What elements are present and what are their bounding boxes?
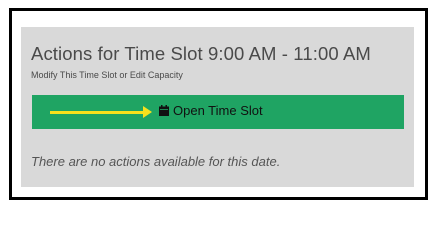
- calendar-icon: [159, 105, 169, 116]
- no-actions-message: There are no actions available for this …: [31, 154, 281, 169]
- panel-subtitle: Modify This Time Slot or Edit Capacity: [31, 70, 183, 80]
- time-slot-actions-panel: Actions for Time Slot 9:00 AM - 11:00 AM…: [21, 27, 414, 187]
- open-time-slot-label: Open Time Slot: [173, 103, 263, 118]
- open-time-slot-button[interactable]: Open Time Slot: [32, 95, 404, 129]
- open-time-slot-button-content: Open Time Slot: [159, 103, 263, 118]
- screenshot-frame: Actions for Time Slot 9:00 AM - 11:00 AM…: [9, 8, 428, 200]
- panel-title: Actions for Time Slot 9:00 AM - 11:00 AM: [31, 43, 371, 64]
- annotation-arrow-icon: [50, 106, 152, 118]
